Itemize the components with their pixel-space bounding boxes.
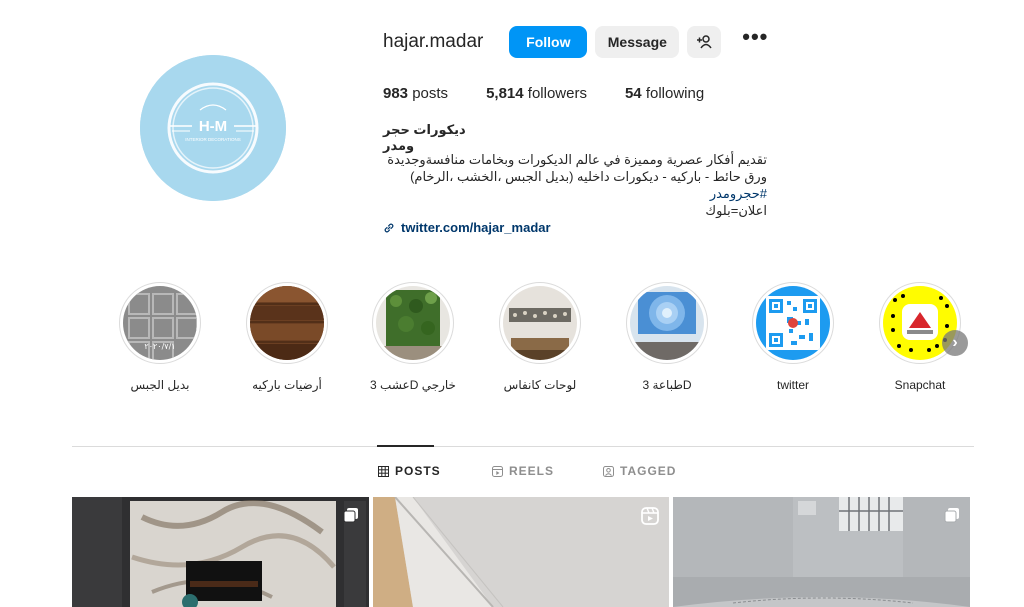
followers-label: followers <box>527 85 587 102</box>
highlight-item[interactable]: طباعة 3D <box>612 282 722 392</box>
post-thumbnail[interactable] <box>673 497 970 607</box>
followers-stat[interactable]: 5,814 followers <box>486 85 587 102</box>
bio-hashtag-link[interactable]: #حجرومدر <box>383 185 767 202</box>
bio-line: تقديم أفكار عصرية ومميزة في عالم الديكور… <box>387 152 767 167</box>
highlight-cover <box>756 286 830 360</box>
link-icon <box>384 223 394 232</box>
username: hajar.madar <box>383 31 484 52</box>
tab-posts[interactable]: POSTS <box>378 464 441 478</box>
svg-text:INTERIOR DECORATIONS: INTERIOR DECORATIONS <box>185 137 240 142</box>
tabs-divider <box>72 446 974 447</box>
qr-code-icon <box>756 286 830 360</box>
carousel-icon <box>944 508 959 523</box>
highlight-ring <box>752 282 834 364</box>
highlight-ring: ٢٠٢٠/٧/١ <box>119 282 201 364</box>
hm-logo: H-M INTERIOR DECORATIONS <box>140 55 286 201</box>
add-user-icon <box>697 35 712 49</box>
profile-name: ديكورات حجر ومدر <box>383 122 466 153</box>
highlight-cover <box>630 286 704 360</box>
bio-external-link[interactable]: twitter.com/hajar_madar <box>383 220 551 235</box>
highlight-item[interactable]: لوحات كانفاس <box>485 282 595 392</box>
post-thumbnail[interactable] <box>373 497 669 607</box>
highlight-item[interactable]: twitter <box>738 282 848 392</box>
bio-line: اعلان=بلوك <box>705 203 767 218</box>
following-label: following <box>645 85 705 102</box>
highlights-next-button[interactable]: › <box>942 330 968 356</box>
highlight-label: بديل الجبس <box>130 378 190 392</box>
bio-link-text: twitter.com/hajar_madar <box>401 220 551 235</box>
highlight-label: Snapchat <box>894 378 946 392</box>
highlight-cover <box>503 286 577 360</box>
post-thumbnail[interactable] <box>72 497 369 607</box>
more-options-icon: ••• <box>742 24 769 49</box>
tab-label: TAGGED <box>620 464 677 478</box>
tab-label: REELS <box>509 464 555 478</box>
posts-stat: 983 posts <box>383 85 448 102</box>
highlight-ring <box>499 282 581 364</box>
more-options-button[interactable]: ••• <box>735 26 775 58</box>
following-count: 54 <box>624 85 642 102</box>
profile-tabs: POSTS REELS TAGGED <box>0 464 1024 482</box>
active-tab-indicator <box>377 445 434 447</box>
tagged-icon <box>603 465 614 477</box>
follow-button[interactable]: Follow <box>509 26 588 58</box>
profile-avatar[interactable]: H-M INTERIOR DECORATIONS <box>140 55 286 201</box>
profile-info: hajar.madar Follow Message ••• 983 posts… <box>383 26 803 236</box>
grid-icon <box>378 465 389 477</box>
highlight-label: twitter <box>776 378 809 392</box>
reels-icon <box>492 465 503 477</box>
followers-count: 5,814 <box>486 85 524 102</box>
highlight-item[interactable]: عشب 3D خارجي <box>358 282 468 392</box>
svg-text:٢٠٢٠/٧/١: ٢٠٢٠/٧/١ <box>144 342 175 351</box>
following-stat[interactable]: 54 following <box>625 85 704 102</box>
highlight-cover: ٢٠٢٠/٧/١ <box>123 286 197 360</box>
reel-icon <box>641 507 659 525</box>
highlight-label: أرضيات باركيه <box>252 378 322 392</box>
highlight-cover <box>250 286 324 360</box>
suggest-user-button[interactable] <box>687 26 722 58</box>
tab-reels[interactable]: REELS <box>492 464 554 478</box>
highlight-item[interactable]: أرضيات باركيه <box>232 282 342 392</box>
highlight-item[interactable]: ٢٠٢٠/٧/١ بديل الجبس <box>105 282 215 392</box>
tab-tagged[interactable]: TAGGED <box>603 464 676 478</box>
bio-line: ورق حائط - باركيه - ديكورات داخليه (بديل… <box>410 169 767 184</box>
highlight-ring <box>626 282 708 364</box>
chevron-right-icon: › <box>952 334 958 351</box>
svg-text:H-M: H-M <box>199 118 227 135</box>
highlight-ring <box>246 282 328 364</box>
highlight-label: طباعة 3D <box>642 378 692 392</box>
highlight-label: عشب 3D خارجي <box>370 378 456 392</box>
posts-count: 983 <box>383 85 409 102</box>
highlight-ring <box>372 282 454 364</box>
profile-stats: 983 posts 5,814 followers 54 following <box>383 85 803 102</box>
message-button[interactable]: Message <box>595 26 680 58</box>
posts-label: posts <box>412 85 449 102</box>
carousel-icon <box>343 508 358 523</box>
tab-label: POSTS <box>395 464 441 478</box>
story-highlights: ٢٠٢٠/٧/١ بديل الجبس أرضيات باركيه عشب 3D… <box>105 282 975 402</box>
highlight-cover <box>376 286 450 360</box>
highlight-label: لوحات كانفاس <box>503 378 577 392</box>
profile-bio: تقديم أفكار عصرية ومميزة في عالم الديكور… <box>383 151 767 219</box>
